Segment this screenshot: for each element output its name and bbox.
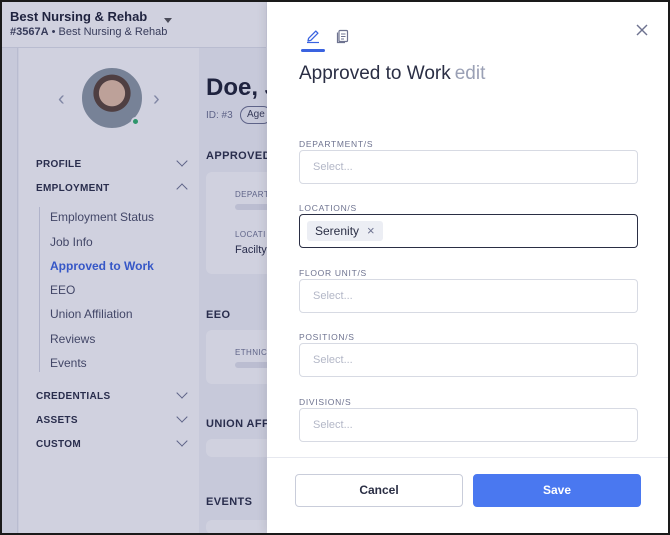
chip-remove-icon[interactable]: ×	[367, 223, 375, 238]
floor-unit-select[interactable]: Select...	[299, 279, 638, 313]
pencil-icon[interactable]	[305, 28, 321, 44]
floor-unit-placeholder: Select...	[313, 290, 353, 302]
close-icon[interactable]	[633, 21, 651, 39]
save-button[interactable]: Save	[473, 474, 641, 507]
location-select[interactable]: Serenity ×	[299, 214, 638, 248]
location-chip-label: Serenity	[315, 224, 360, 238]
drawer-title-text: Approved to Work	[299, 63, 451, 84]
modal-overlay[interactable]	[2, 2, 267, 533]
location-chip: Serenity ×	[307, 221, 383, 241]
field-label-division: DIVISION/S	[299, 397, 352, 407]
app-frame: Best Nursing & Rehab #3567A • Best Nursi…	[0, 0, 670, 535]
edit-drawer: Approved to Work edit DEPARTMENT/S Select…	[267, 2, 668, 533]
division-placeholder: Select...	[313, 419, 353, 431]
tab-active-underline	[301, 49, 325, 52]
drawer-title: Approved to Work edit	[299, 63, 485, 85]
position-select[interactable]: Select...	[299, 343, 638, 377]
cancel-button[interactable]: Cancel	[295, 474, 463, 507]
drawer-footer-divider	[267, 457, 668, 458]
department-select[interactable]: Select...	[299, 150, 638, 184]
document-icon[interactable]	[335, 28, 351, 44]
division-select[interactable]: Select...	[299, 408, 638, 442]
field-label-position: POSITION/S	[299, 332, 355, 342]
department-placeholder: Select...	[313, 161, 353, 173]
field-label-floor-unit: FLOOR UNIT/S	[299, 268, 367, 278]
field-label-location: LOCATION/S	[299, 203, 357, 213]
position-placeholder: Select...	[313, 354, 353, 366]
drawer-title-suffix: edit	[454, 63, 486, 84]
field-label-department: DEPARTMENT/S	[299, 139, 374, 149]
